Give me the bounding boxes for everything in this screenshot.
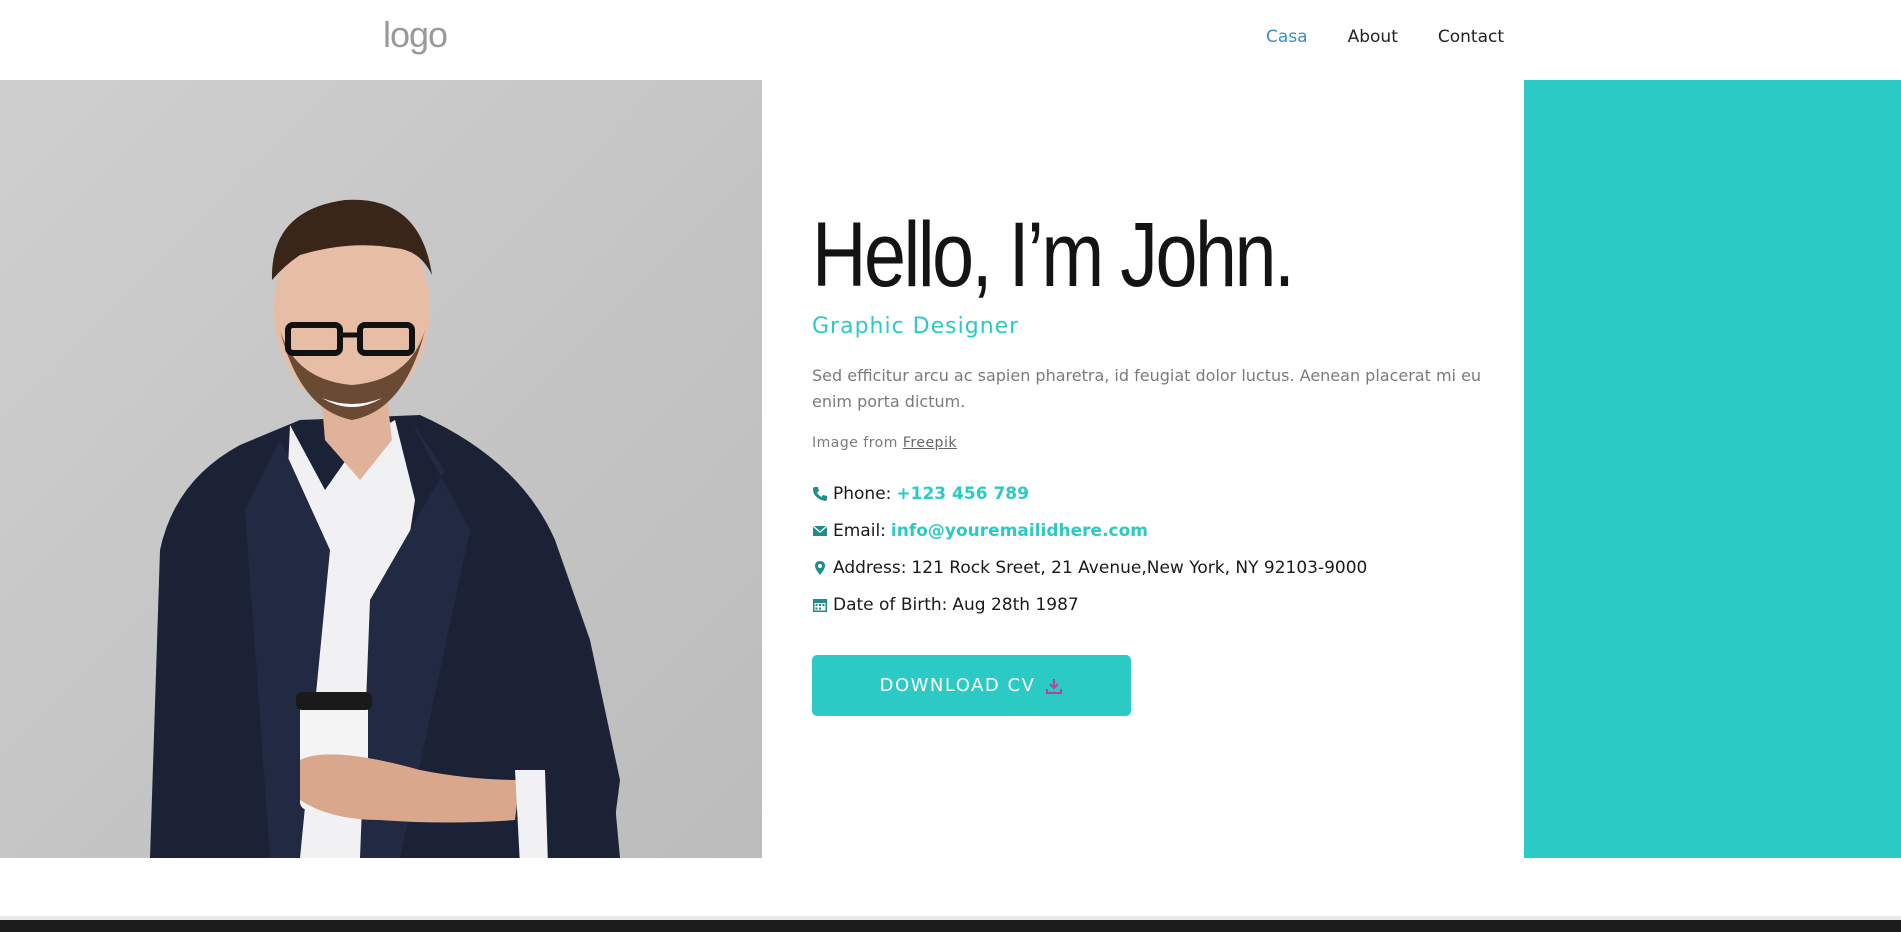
phone-label: Phone: <box>833 483 892 504</box>
credit-prefix: Image from <box>812 435 898 451</box>
dob-label: Date of Birth: <box>833 594 948 615</box>
envelope-icon <box>812 525 828 536</box>
nav-item-casa[interactable]: Casa <box>1266 27 1308 47</box>
email-link[interactable]: info@youremailidhere.com <box>891 521 1148 541</box>
phone-link[interactable]: +123 456 789 <box>896 484 1029 504</box>
page-title: Hello, I’m John. <box>812 204 1295 306</box>
profile-photo <box>0 80 762 858</box>
map-pin-icon <box>815 560 825 575</box>
hero-content: Hello, I’m John. Graphic Designer Sed ef… <box>812 200 1492 716</box>
bio-description: Sed efficitur arcu ac sapien pharetra, i… <box>812 366 1482 411</box>
main-nav: Casa About Contact <box>1266 27 1504 47</box>
job-title: Graphic Designer <box>812 314 1020 339</box>
logo[interactable]: logo <box>383 14 448 56</box>
download-cv-label: DOWNLOAD CV <box>879 675 1036 696</box>
dob-value: Aug 28th 1987 <box>952 594 1079 615</box>
email-row: Email: info@youremailidhere.com <box>812 512 1492 549</box>
address-value: 121 Rock Sreet, 21 Avenue,New York, NY 9… <box>911 557 1368 578</box>
freepik-link[interactable]: Freepik <box>903 435 957 451</box>
download-icon <box>1046 678 1063 694</box>
site-header: logo Casa About Contact <box>0 0 1901 80</box>
phone-icon <box>813 486 827 501</box>
calendar-icon <box>813 598 827 612</box>
contact-info: Phone: +123 456 789 Email: info@youremai… <box>812 475 1492 623</box>
taskbar <box>0 920 1901 932</box>
dob-row: Date of Birth: Aug 28th 1987 <box>812 586 1492 623</box>
image-credit: Image from Freepik <box>812 435 1492 451</box>
address-label: Address: <box>833 557 907 578</box>
nav-item-contact[interactable]: Contact <box>1438 27 1504 47</box>
email-label: Email: <box>833 520 886 541</box>
profile-photo-illustration <box>0 80 762 858</box>
nav-item-about[interactable]: About <box>1348 27 1398 47</box>
phone-row: Phone: +123 456 789 <box>812 475 1492 512</box>
accent-block <box>1524 80 1901 858</box>
download-cv-button[interactable]: DOWNLOAD CV <box>812 655 1131 716</box>
address-row: Address: 121 Rock Sreet, 21 Avenue,New Y… <box>812 549 1492 586</box>
